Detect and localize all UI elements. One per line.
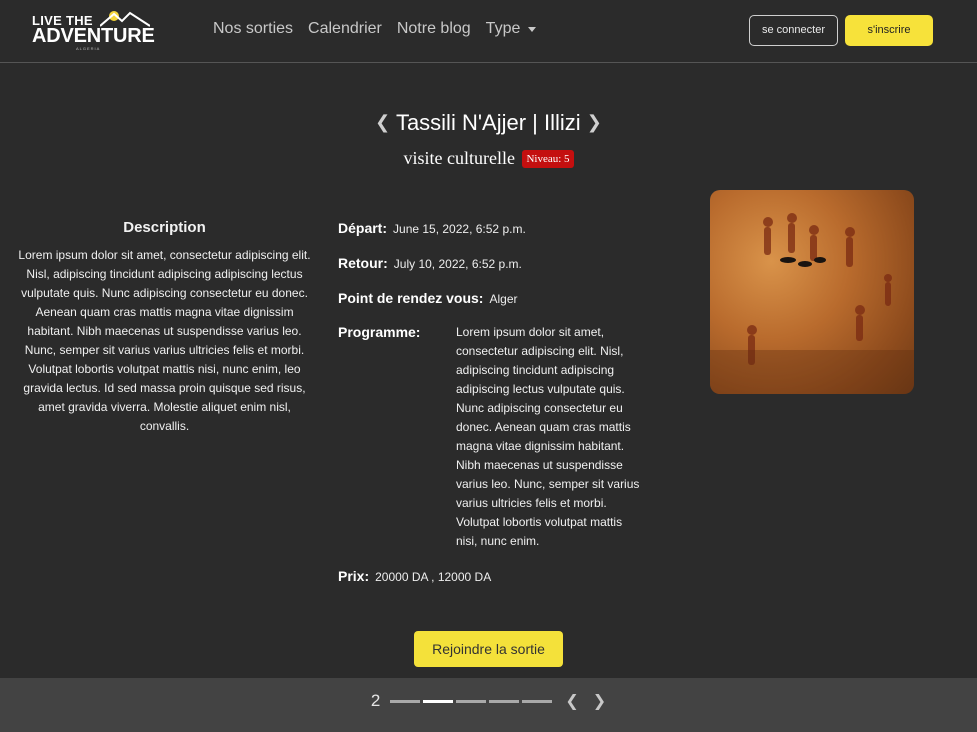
pager-current-number: 2 (370, 691, 381, 710)
trip-photo (710, 190, 914, 394)
description-title: Description (123, 219, 206, 236)
nav-item-calendrier[interactable]: Calendrier (308, 20, 382, 38)
trip-subtitle: visite culturelle Niveau: 5 (0, 148, 977, 169)
depart-value: June 15, 2022, 6:52 p.m. (393, 222, 526, 236)
depart-row: Départ: June 15, 2022, 6:52 p.m. (338, 220, 526, 236)
trip-title: Tassili N'Ajjer | Illizi (395, 110, 581, 135)
nav-item-type-dropdown[interactable]: Type (486, 20, 537, 38)
prev-trip-icon[interactable]: ❮ (375, 112, 390, 133)
logo-line2: ADVENTURE (32, 25, 155, 47)
pager-segment[interactable] (488, 699, 519, 703)
depart-label: Départ: (338, 220, 388, 236)
level-badge: Niveau: 5 (522, 150, 574, 168)
nav-type-label: Type (485, 20, 521, 37)
join-trip-button[interactable]: Rejoindre la sortie (414, 631, 563, 667)
pager-prev-icon[interactable]: ❮ (565, 691, 578, 711)
description-text: Lorem ipsum dolor sit amet, consectetur … (18, 248, 311, 433)
signup-button[interactable]: s'inscrire (845, 15, 933, 46)
nav-links: Nos sorties Calendrier Notre blog Type (213, 20, 551, 38)
retour-label: Retour: (338, 255, 388, 271)
next-trip-icon[interactable]: ❯ (587, 112, 602, 133)
nav-item-nos-sorties[interactable]: Nos sorties (213, 20, 293, 38)
caret-down-icon (528, 26, 537, 32)
pager-segment-active[interactable] (422, 699, 453, 703)
navbar: LIVE THE ADVENTURE ALGERIA Nos sorties C… (0, 0, 977, 63)
logo-line3: ALGERIA (76, 46, 101, 51)
pager-segment[interactable] (455, 699, 486, 703)
rdv-label: Point de rendez vous: (338, 290, 484, 306)
rdv-row: Point de rendez vous: Alger (338, 290, 517, 306)
pager-segment[interactable] (521, 699, 552, 703)
login-button[interactable]: se connecter (749, 15, 838, 46)
trip-title-row: ❮ Tassili N'Ajjer | Illizi ❯ (0, 110, 977, 136)
programme-text: Lorem ipsum dolor sit amet, consectetur … (456, 325, 640, 548)
site-logo[interactable]: LIVE THE ADVENTURE ALGERIA (30, 9, 155, 51)
carousel-pager: 2 ❮ ❯ (0, 690, 977, 712)
rock-art-image (710, 213, 914, 394)
pager-segment[interactable] (389, 699, 420, 703)
prix-value: 20000 DA , 12000 DA (375, 570, 492, 584)
prix-label: Prix: (338, 568, 370, 584)
trip-category: visite culturelle (403, 148, 515, 168)
retour-row: Retour: July 10, 2022, 6:52 p.m. (338, 255, 522, 271)
nav-item-notre-blog[interactable]: Notre blog (397, 20, 471, 38)
retour-value: July 10, 2022, 6:52 p.m. (393, 257, 522, 271)
rdv-value: Alger (489, 292, 518, 306)
pager-next-icon[interactable]: ❯ (593, 691, 606, 711)
programme-label: Programme: (338, 324, 421, 340)
prix-row: Prix: 20000 DA , 12000 DA (338, 568, 491, 584)
